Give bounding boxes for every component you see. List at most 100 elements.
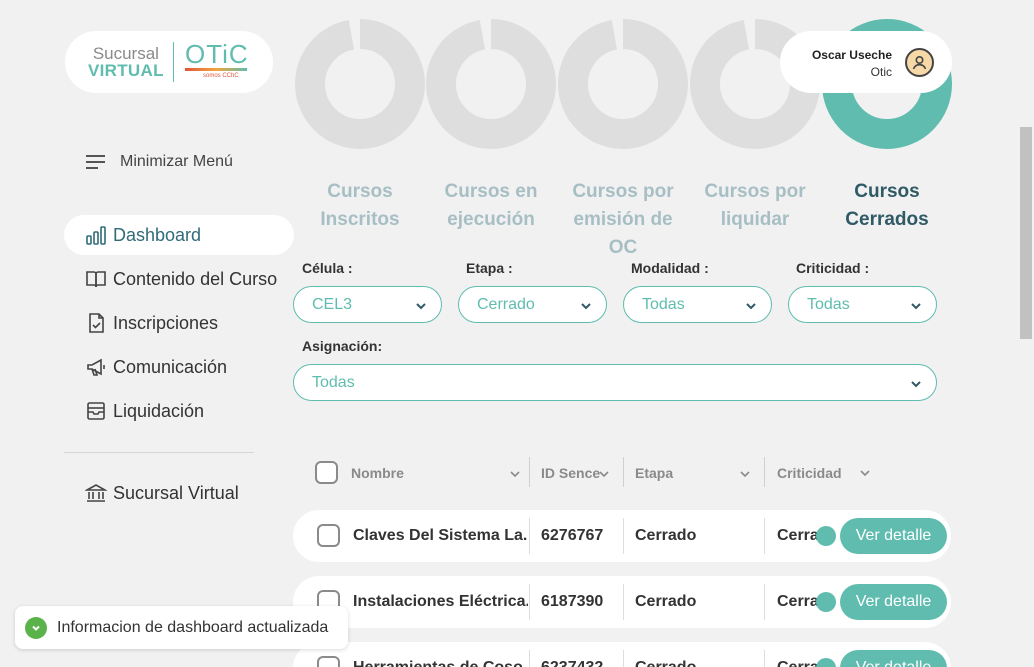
toast-message: Informacion de dashboard actualizada — [57, 618, 329, 636]
minimize-menu-button[interactable]: Minimizar Menú — [86, 153, 233, 171]
stat-label-cerrados[interactable]: Cursos Cerrados — [822, 178, 952, 234]
cell-criticidad: Cerra — [777, 527, 817, 544]
modalidad-select[interactable]: Todas — [623, 286, 772, 323]
stat-label-ejecucion[interactable]: Cursos en ejecución — [426, 178, 556, 234]
cell-divider — [623, 650, 624, 667]
table-row: Claves Del Sistema La... 6276767 Cerrado… — [293, 510, 951, 562]
sidebar-item-label: Contenido del Curso — [113, 268, 278, 289]
hamburger-icon — [86, 155, 105, 169]
celula-label: Célula : — [302, 260, 353, 276]
criticidad-indicator — [816, 592, 836, 612]
cell-divider — [623, 584, 624, 620]
sucursal-virtual-logo: Sucursal VIRTUAL — [88, 44, 164, 80]
column-header-criticidad[interactable]: Criticidad — [777, 465, 842, 481]
modalidad-label: Modalidad : — [631, 260, 709, 276]
document-check-icon — [89, 313, 104, 333]
toast-notification[interactable]: Informacion de dashboard actualizada — [15, 606, 348, 649]
etapa-label: Etapa : — [466, 260, 513, 276]
user-circle-icon — [905, 48, 934, 77]
cell-id-sence: 6187390 — [541, 593, 604, 610]
column-header-id-sence[interactable]: ID Sence — [541, 465, 600, 481]
sidebar-item-inscripciones[interactable]: Inscripciones — [64, 303, 294, 343]
otic-logo: OTiC somos CChC — [185, 39, 249, 79]
column-divider — [623, 457, 624, 487]
chevron-down-icon[interactable] — [738, 467, 752, 481]
stat-label-emision[interactable]: Cursos por emisión de OC — [558, 178, 688, 262]
sidebar-item-contenido[interactable]: Contenido del Curso — [64, 259, 294, 299]
donut-cursos-en-ejecucion[interactable] — [426, 19, 556, 149]
asignacion-label: Asignación: — [302, 338, 383, 354]
cell-divider — [529, 518, 530, 554]
row-checkbox[interactable] — [317, 656, 340, 667]
sidebar-nav: Dashboard Contenido del Curso Inscripcio… — [64, 215, 294, 435]
chevron-down-icon — [746, 303, 756, 310]
cell-nombre: Claves Del Sistema La... — [353, 527, 528, 544]
etapa-select[interactable]: Cerrado — [458, 286, 607, 323]
cell-divider — [764, 584, 765, 620]
bar-chart-icon — [86, 226, 106, 245]
donut-cursos-por-emision[interactable] — [558, 19, 688, 149]
row-checkbox[interactable] — [317, 524, 340, 547]
select-all-checkbox[interactable] — [315, 461, 338, 484]
sidebar-item-label: Comunicación — [113, 356, 228, 377]
ver-detalle-button[interactable]: Ver detalle — [840, 518, 947, 554]
sidebar-divider — [64, 452, 254, 453]
chevron-down-icon — [416, 303, 426, 310]
cell-divider — [764, 518, 765, 554]
bank-icon — [85, 484, 107, 502]
chevron-down-icon[interactable] — [597, 467, 611, 481]
user-org: Otic — [870, 65, 892, 79]
table-row: Instalaciones Eléctrica... 6187390 Cerra… — [293, 576, 951, 628]
asignacion-select[interactable]: Todas — [293, 364, 937, 401]
cell-nombre: Herramientas de Coso — [353, 659, 528, 667]
criticidad-select[interactable]: Todas — [788, 286, 937, 323]
criticidad-label: Criticidad : — [796, 260, 870, 276]
cell-id-sence: 6276767 — [541, 527, 604, 544]
sidebar-item-dashboard[interactable]: Dashboard — [64, 215, 294, 255]
ver-detalle-button[interactable]: Ver detalle — [840, 650, 947, 667]
stat-label-inscritos[interactable]: Cursos Inscritos — [295, 178, 425, 234]
column-header-nombre[interactable]: Nombre — [351, 465, 404, 481]
donut-cursos-inscritos[interactable] — [295, 19, 425, 149]
criticidad-indicator — [816, 658, 836, 667]
cell-criticidad: Cerra — [777, 659, 817, 667]
stat-label-liquidar[interactable]: Cursos por liquidar — [690, 178, 820, 234]
chevron-down-icon — [581, 303, 591, 310]
celula-select[interactable]: CEL3 — [293, 286, 442, 323]
column-divider — [764, 457, 765, 487]
megaphone-icon — [87, 358, 105, 376]
column-header-etapa[interactable]: Etapa — [635, 465, 673, 481]
cell-divider — [529, 584, 530, 620]
criticidad-indicator — [816, 526, 836, 546]
cell-divider — [529, 650, 530, 667]
cell-divider — [623, 518, 624, 554]
book-icon — [86, 271, 106, 288]
table-row: Herramientas de Coso 6237432 Cerrado Cer… — [293, 642, 951, 667]
chevron-down-icon — [911, 303, 921, 310]
cell-criticidad: Cerra — [777, 593, 817, 610]
sidebar-item-sucursal-virtual[interactable]: Sucursal Virtual — [85, 482, 239, 504]
sidebar-item-comunicacion[interactable]: Comunicación — [64, 347, 294, 387]
sidebar-item-label: Dashboard — [113, 224, 202, 245]
chevron-down-icon — [911, 381, 921, 388]
user-menu[interactable]: Oscar Useche Otic — [780, 31, 952, 93]
sidebar-item-label: Sucursal Virtual — [113, 482, 239, 503]
logo-divider — [173, 42, 174, 82]
brand-logo[interactable]: Sucursal VIRTUAL OTiC somos CChC — [65, 31, 273, 93]
cell-etapa: Cerrado — [635, 593, 697, 610]
cell-nombre: Instalaciones Eléctrica... — [353, 593, 528, 610]
cell-etapa: Cerrado — [635, 527, 697, 544]
user-name: Oscar Useche — [811, 48, 892, 62]
minimize-menu-label: Minimizar Menú — [120, 153, 233, 170]
check-circle-icon — [25, 616, 47, 639]
chevron-down-icon[interactable] — [508, 467, 522, 481]
cell-etapa: Cerrado — [635, 659, 696, 667]
cell-id-sence: 6237432 — [541, 659, 603, 667]
chevron-down-icon[interactable] — [858, 466, 872, 480]
sidebar-item-liquidacion[interactable]: Liquidación — [64, 391, 294, 431]
archive-icon — [87, 402, 105, 420]
scrollbar-thumb[interactable] — [1020, 127, 1032, 339]
cell-divider — [764, 650, 765, 667]
ver-detalle-button[interactable]: Ver detalle — [840, 584, 947, 620]
sidebar-item-label: Inscripciones — [113, 312, 219, 333]
